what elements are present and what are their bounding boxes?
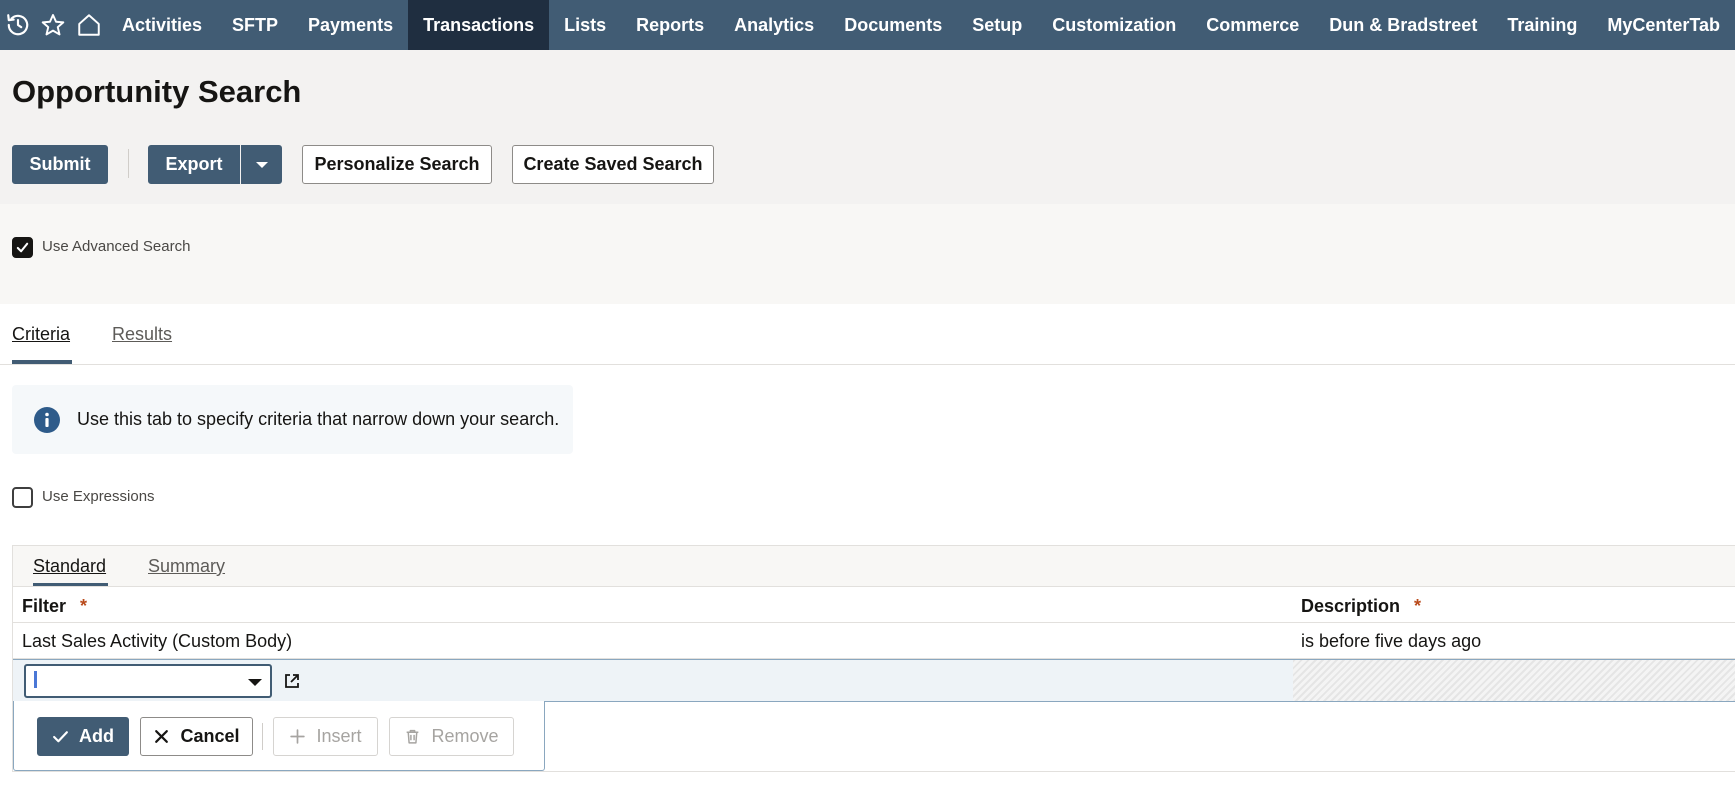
remove-button[interactable]: Remove — [389, 717, 514, 756]
open-external-icon[interactable] — [283, 672, 301, 690]
column-header-filter: Filter * — [22, 596, 87, 617]
advanced-search-area: Use Advanced Search — [0, 204, 1735, 304]
tab-results[interactable]: Results — [112, 324, 172, 345]
subtab-summary[interactable]: Summary — [148, 556, 225, 577]
subtab-standard[interactable]: Standard — [33, 556, 106, 577]
subtab-bar: Standard Summary — [13, 546, 1735, 587]
search-tabs: Criteria Results — [0, 304, 1735, 365]
use-advanced-search-checkbox[interactable] — [12, 237, 33, 258]
row-actions: Add Cancel Insert Remove — [13, 701, 545, 771]
filter-cell: Last Sales Activity (Custom Body) — [22, 631, 293, 651]
cancel-button[interactable]: Cancel — [140, 717, 253, 756]
personalize-search-button[interactable]: Personalize Search — [302, 145, 492, 184]
remove-button-label: Remove — [431, 726, 499, 746]
text-caret — [34, 671, 37, 688]
chevron-down-icon[interactable] — [248, 679, 262, 686]
checkmark-icon — [53, 731, 68, 743]
column-header-description: Description * — [1301, 596, 1421, 617]
required-marker: * — [1414, 596, 1422, 616]
add-button-label: Add — [79, 726, 114, 746]
top-navigation: Activities SFTP Payments Transactions Li… — [0, 0, 1735, 50]
tab-results-label: Results — [112, 324, 173, 344]
nav-item-analytics[interactable]: Analytics — [719, 0, 829, 50]
active-tab-indicator — [12, 360, 72, 364]
nav-item-payments[interactable]: Payments — [293, 0, 408, 50]
nav-item-dun-bradstreet[interactable]: Dun & Bradstreet — [1314, 0, 1492, 50]
tab-criteria-label: Criteria — [12, 324, 71, 344]
nav-item-mycentertab[interactable]: MyCenterTab — [1592, 0, 1735, 50]
actions-divider — [262, 723, 263, 750]
nav-item-transactions[interactable]: Transactions — [408, 0, 550, 50]
insert-button[interactable]: Insert — [273, 717, 378, 756]
info-text: Use this tab to specify criteria that na… — [77, 409, 560, 429]
submit-button[interactable]: Submit — [12, 145, 108, 184]
nav-item-sftp[interactable]: SFTP — [217, 0, 293, 50]
nav-item-setup[interactable]: Setup — [957, 0, 1037, 50]
table-row[interactable]: Last Sales Activity (Custom Body) is bef… — [13, 623, 1735, 659]
add-button[interactable]: Add — [37, 717, 129, 756]
nav-item-training[interactable]: Training — [1492, 0, 1592, 50]
required-marker: * — [80, 596, 88, 616]
trash-icon — [407, 729, 419, 744]
description-cell: is before five days ago — [1301, 631, 1482, 651]
plus-icon — [290, 729, 306, 744]
use-expressions-checkbox[interactable] — [12, 487, 33, 508]
checkmark-icon — [16, 242, 29, 253]
column-header-description-label: Description — [1301, 596, 1401, 616]
subtab-summary-label: Summary — [148, 556, 226, 576]
close-icon — [155, 730, 169, 743]
edit-row — [13, 659, 1735, 702]
page-title: Opportunity Search — [12, 74, 302, 109]
home-icon[interactable] — [71, 0, 107, 50]
export-button[interactable]: Export — [148, 145, 240, 184]
nav-item-reports[interactable]: Reports — [621, 0, 719, 50]
info-icon — [34, 407, 60, 433]
export-menu-button[interactable] — [241, 145, 282, 184]
page-header: Opportunity Search Submit Export Persona… — [0, 50, 1735, 204]
subtab-standard-label: Standard — [33, 556, 107, 576]
active-subtab-indicator — [33, 583, 108, 586]
favorites-star-icon[interactable] — [36, 0, 72, 50]
tab-criteria[interactable]: Criteria — [12, 324, 70, 345]
column-header-filter-label: Filter — [22, 596, 67, 616]
nav-item-commerce[interactable]: Commerce — [1191, 0, 1314, 50]
criteria-panel: Standard Summary Filter * Description * La… — [12, 545, 1735, 772]
info-message: Use this tab to specify criteria that na… — [12, 385, 573, 454]
nav-item-lists[interactable]: Lists — [549, 0, 621, 50]
use-advanced-search-label: Use Advanced Search — [42, 238, 191, 255]
chevron-down-icon — [255, 161, 268, 168]
nav-item-documents[interactable]: Documents — [829, 0, 957, 50]
recent-history-icon[interactable] — [0, 0, 36, 50]
grid-header: Filter * Description * — [13, 587, 1735, 623]
cancel-button-label: Cancel — [180, 726, 240, 746]
toolbar-divider — [128, 149, 129, 178]
description-cell-disabled — [1293, 660, 1735, 701]
insert-button-label: Insert — [316, 726, 362, 746]
filter-select[interactable] — [24, 664, 272, 698]
create-saved-search-button[interactable]: Create Saved Search — [512, 145, 714, 184]
use-expressions-label: Use Expressions — [42, 488, 155, 505]
nav-item-activities[interactable]: Activities — [107, 0, 217, 50]
nav-item-customization[interactable]: Customization — [1037, 0, 1191, 50]
